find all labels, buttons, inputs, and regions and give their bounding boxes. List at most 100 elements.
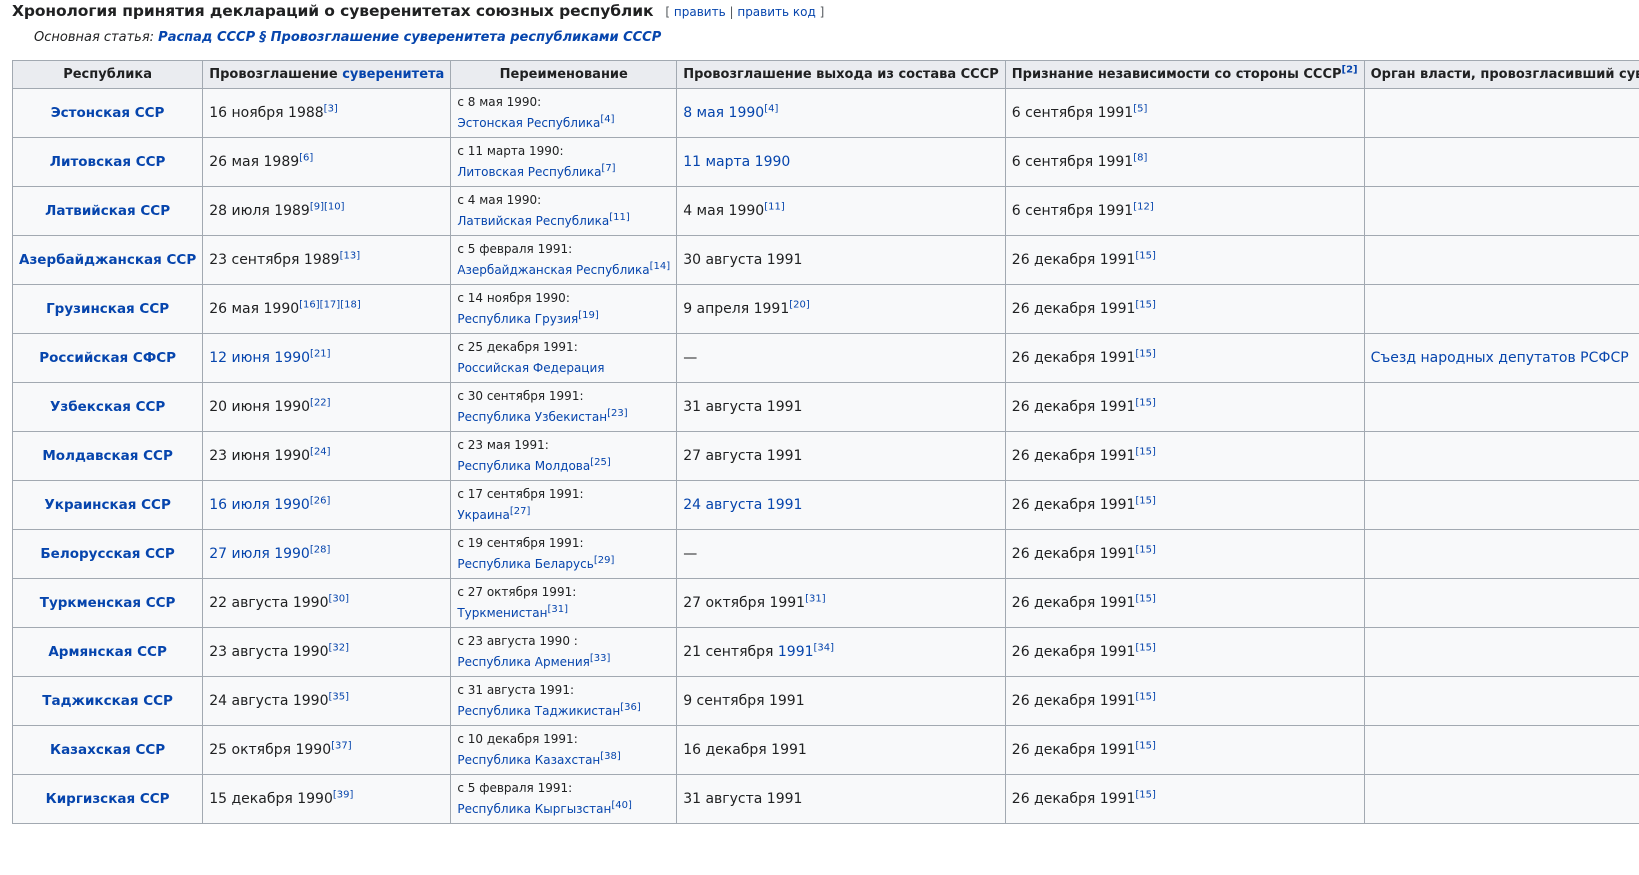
renaming-ref[interactable]: [27]: [510, 506, 531, 517]
recognition-ref[interactable]: [15]: [1135, 495, 1156, 506]
header-authority[interactable]: Орган власти, провозгласивший суверените…: [1363, 60, 1639, 89]
renaming-ref[interactable]: [36]: [620, 702, 641, 713]
renaming-ref[interactable]: [4]: [600, 114, 614, 125]
sovereignty-ref[interactable]: [37]: [331, 740, 352, 751]
renaming-ref[interactable]: [38]: [600, 751, 621, 762]
republic-link[interactable]: Эстонская ССР: [51, 105, 165, 121]
republic-link[interactable]: Украинская ССР: [44, 497, 170, 513]
recognition-ref[interactable]: [15]: [1135, 642, 1156, 653]
republic-link[interactable]: Киргизская ССР: [46, 791, 170, 807]
exit-year-link[interactable]: 1991: [778, 644, 814, 660]
recognition-ref[interactable]: [15]: [1135, 789, 1156, 800]
renaming-name-link[interactable]: Республика Таджикистан: [457, 704, 620, 718]
sovereignty-ref[interactable]: [32]: [328, 642, 349, 653]
renaming-name-link[interactable]: Республика Армения: [457, 655, 590, 669]
header-recognition-ref[interactable]: [2]: [1342, 65, 1358, 76]
recognition-ref[interactable]: [15]: [1135, 250, 1156, 261]
republic-link[interactable]: Азербайджанская ССР: [19, 252, 196, 268]
renaming-name-link[interactable]: Эстонская Республика: [457, 116, 600, 130]
republic-link[interactable]: Армянская ССР: [48, 644, 167, 660]
republic-link[interactable]: Узбекская ССР: [50, 399, 165, 415]
renaming-name-link[interactable]: Латвийская Республика: [457, 214, 609, 228]
renaming-name-link[interactable]: Азербайджанская Республика: [457, 263, 649, 277]
sovereignty-ref[interactable]: [28]: [310, 544, 331, 555]
renaming-ref[interactable]: [11]: [609, 212, 630, 223]
renaming-name-link[interactable]: Литовская Республика: [457, 165, 601, 179]
renaming-name-link[interactable]: Республика Беларусь: [457, 557, 593, 571]
sovereignty-ref[interactable]: [3]: [324, 103, 338, 114]
recognition-ref[interactable]: [15]: [1135, 691, 1156, 702]
republic-link[interactable]: Грузинская ССР: [46, 301, 169, 317]
recognition-ref[interactable]: [15]: [1135, 593, 1156, 604]
exit-ref[interactable]: [31]: [805, 593, 826, 604]
renaming-ref[interactable]: [25]: [590, 457, 611, 468]
renaming-name-link[interactable]: Республика Грузия: [457, 312, 578, 326]
renaming-name-link[interactable]: Республика Узбекистан: [457, 410, 607, 424]
sovereignty-date-link[interactable]: 16 июля 1990: [209, 497, 310, 513]
sovereignty-ref[interactable]: [35]: [328, 691, 349, 702]
renaming-name-link[interactable]: Республика Молдова: [457, 459, 590, 473]
sovereignty-ref[interactable]: [9][10]: [310, 201, 345, 212]
header-sovereignty-link[interactable]: суверенитета: [342, 67, 444, 82]
renaming-ref[interactable]: [40]: [611, 800, 632, 811]
sovereignty-date-link[interactable]: 27 июля 1990: [209, 546, 310, 562]
renaming-name-link[interactable]: Республика Казахстан: [457, 753, 600, 767]
republic-cell: Туркменская ССР: [11, 578, 204, 628]
republic-link[interactable]: Молдавская ССР: [42, 448, 173, 464]
hatnote-link[interactable]: Распад СССР § Провозглашение суверенитет…: [158, 30, 661, 45]
header-exit[interactable]: Провозглашение выхода из состава СССР: [676, 60, 1006, 89]
exit-ref[interactable]: [4]: [764, 103, 778, 114]
recognition-ref[interactable]: [15]: [1135, 397, 1156, 408]
edit-link[interactable]: править: [674, 5, 726, 19]
recognition-ref[interactable]: [12]: [1133, 201, 1154, 212]
sovereignty-date: 26 мая 1989: [209, 154, 300, 170]
header-recognition[interactable]: Признание независимости со стороны СССР[…: [1004, 60, 1365, 89]
sovereignty-ref[interactable]: [13]: [340, 250, 361, 261]
republic-link[interactable]: Латвийская ССР: [45, 203, 170, 219]
recognition-ref[interactable]: [8]: [1133, 152, 1147, 163]
recognition-ref[interactable]: [5]: [1133, 103, 1147, 114]
recognition-ref[interactable]: [15]: [1135, 446, 1156, 457]
republic-link[interactable]: Туркменская ССР: [40, 595, 176, 611]
renaming-name-link[interactable]: Российская Федерация: [457, 361, 604, 375]
renaming-name-link[interactable]: Республика Кыргызстан: [457, 802, 611, 816]
renaming-name-link[interactable]: Украина: [457, 508, 510, 522]
header-republic[interactable]: Республика: [11, 60, 204, 89]
exit-ref[interactable]: [11]: [764, 201, 785, 212]
recognition-ref[interactable]: [15]: [1135, 740, 1156, 751]
exit-date-link[interactable]: 24 августа 1991: [683, 497, 802, 513]
header-sovereignty[interactable]: Провозглашение суверенитета: [202, 60, 452, 89]
recognition-ref[interactable]: [15]: [1135, 544, 1156, 555]
renaming-ref[interactable]: [23]: [607, 408, 628, 419]
recognition-ref[interactable]: [15]: [1135, 299, 1156, 310]
renaming-ref[interactable]: [7]: [601, 163, 615, 174]
sovereignty-ref[interactable]: [24]: [310, 446, 331, 457]
sovereignty-ref[interactable]: [16][17][18]: [299, 299, 361, 310]
sovereignty-ref[interactable]: [21]: [310, 348, 331, 359]
renaming-ref[interactable]: [31]: [548, 604, 569, 615]
sovereignty-ref[interactable]: [39]: [333, 789, 354, 800]
republic-link[interactable]: Российская СФСР: [39, 350, 176, 366]
renaming-ref[interactable]: [14]: [650, 261, 671, 272]
sovereignty-ref[interactable]: [26]: [310, 495, 331, 506]
republic-link[interactable]: Белорусская ССР: [40, 546, 174, 562]
exit-date-link[interactable]: 11 марта 1990: [683, 154, 790, 170]
renaming-ref[interactable]: [33]: [590, 653, 611, 664]
sovereignty-ref[interactable]: [22]: [310, 397, 331, 408]
authority-link[interactable]: Съезд народных депутатов РСФСР: [1371, 350, 1629, 366]
sovereignty-ref[interactable]: [30]: [328, 593, 349, 604]
renaming-name-link[interactable]: Туркменистан: [457, 606, 547, 620]
sovereignty-ref[interactable]: [6]: [299, 152, 313, 163]
recognition-ref[interactable]: [15]: [1135, 348, 1156, 359]
header-renaming[interactable]: Переименование: [450, 60, 678, 89]
republic-link[interactable]: Казахская ССР: [50, 742, 165, 758]
renaming-ref[interactable]: [19]: [578, 310, 599, 321]
sovereignty-date-link[interactable]: 12 июня 1990: [209, 350, 310, 366]
exit-date-link[interactable]: 8 мая 1990: [683, 105, 764, 121]
republic-link[interactable]: Литовская ССР: [50, 154, 166, 170]
exit-ref[interactable]: [20]: [789, 299, 810, 310]
republic-link[interactable]: Таджикская ССР: [42, 693, 173, 709]
exit-ref[interactable]: [34]: [814, 642, 835, 653]
edit-code-link[interactable]: править код: [737, 5, 815, 19]
renaming-ref[interactable]: [29]: [594, 555, 615, 566]
